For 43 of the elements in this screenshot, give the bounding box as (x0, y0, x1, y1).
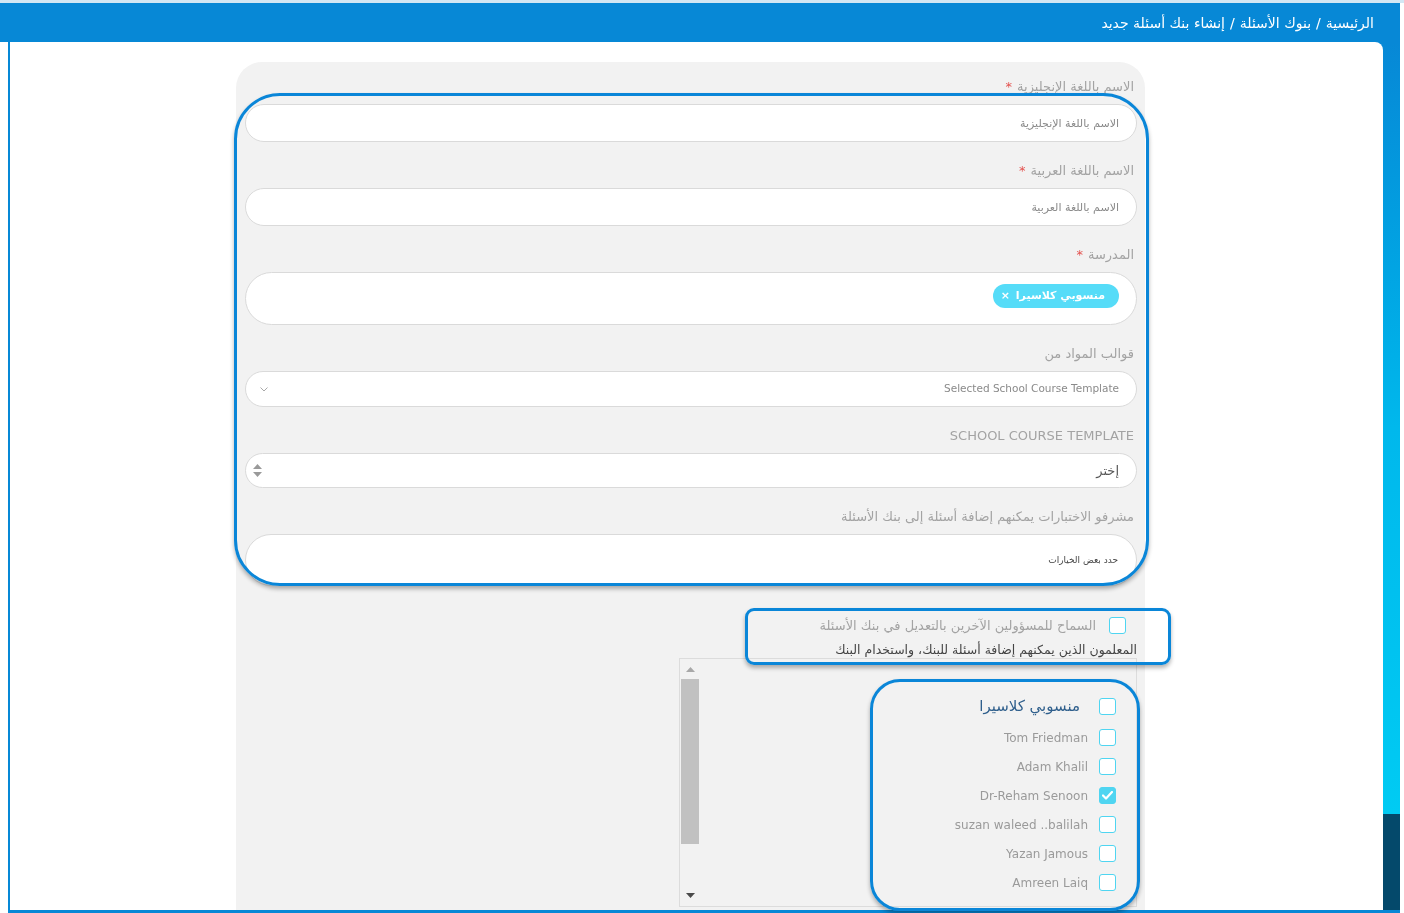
breadcrumb-link[interactable]: الرئيسية (1325, 13, 1374, 32)
breadcrumb-separator: / (1230, 13, 1235, 32)
teacher-name: suzan waleed ..balilah (954, 816, 1088, 833)
select-field[interactable]: إختر (245, 453, 1137, 488)
chevron-down-icon (260, 386, 268, 392)
multiselect-field[interactable]: حدد بعض الخيارات (245, 534, 1137, 586)
scroll-down-icon[interactable] (685, 893, 695, 898)
scrollbar-thumb[interactable] (681, 679, 699, 844)
checkbox[interactable] (1099, 874, 1116, 891)
teacher-name: Dr-Reham Senoon (979, 787, 1088, 804)
field-label: قوالب المواد من (1044, 345, 1134, 363)
field-label: SCHOOL COURSE TEMPLATE (949, 427, 1134, 445)
checkbox[interactable] (1099, 758, 1116, 775)
required-mark: * (1019, 162, 1026, 180)
group-label: منسوبي كلاسيرا (979, 696, 1080, 716)
checkbox[interactable] (1099, 845, 1116, 862)
required-mark: * (1076, 246, 1083, 264)
tag-label: منسوبي كلاسيرا (1015, 289, 1105, 303)
checkbox[interactable] (1099, 787, 1116, 804)
breadcrumb-link[interactable]: بنوك الأسئلة (1239, 13, 1312, 32)
breadcrumb-current: إنشاء بنك أسئلة جديد (1101, 13, 1225, 32)
checkbox[interactable] (1099, 816, 1116, 833)
field-label: الاسم باللغة العربية (1030, 162, 1134, 180)
teacher-name: Yazan Jamous (1006, 845, 1088, 862)
section-label: المعلمون الذين يمكنهم إضافة أسئلة للبنك، واستخدام البنك (834, 642, 1137, 658)
checkmark-icon (1102, 791, 1113, 800)
teacher-name: Amreen Laiq (1012, 874, 1088, 891)
teacher-name: Tom Friedman (1003, 729, 1088, 746)
field-label: الاسم باللغة الإنجليزية (1017, 78, 1134, 96)
field-label: مشرفو الاختبارات يمكنهم إضافة أسئلة إلى بنك الأسئلة (841, 508, 1134, 526)
text-field[interactable]: الاسم باللغة الإنجليزية (245, 104, 1137, 142)
text-field[interactable]: الاسم باللغة العربية (245, 188, 1137, 226)
breadcrumb-separator: / (1316, 13, 1321, 32)
checkbox-label: السماح للمسؤولين الآخرين بالتعديل في بنك الأسئلة (819, 617, 1096, 634)
dropdown[interactable]: Selected School Course Template (245, 371, 1137, 407)
scroll-up-icon[interactable] (685, 667, 695, 672)
required-mark: * (1005, 78, 1013, 96)
checkbox[interactable] (1109, 617, 1126, 634)
checkbox[interactable] (1099, 729, 1116, 746)
field-label: المدرسة (1087, 246, 1134, 264)
teacher-name: Adam Khalil (1016, 758, 1088, 775)
checkbox[interactable] (1099, 697, 1116, 715)
sort-arrows-icon (253, 464, 262, 477)
